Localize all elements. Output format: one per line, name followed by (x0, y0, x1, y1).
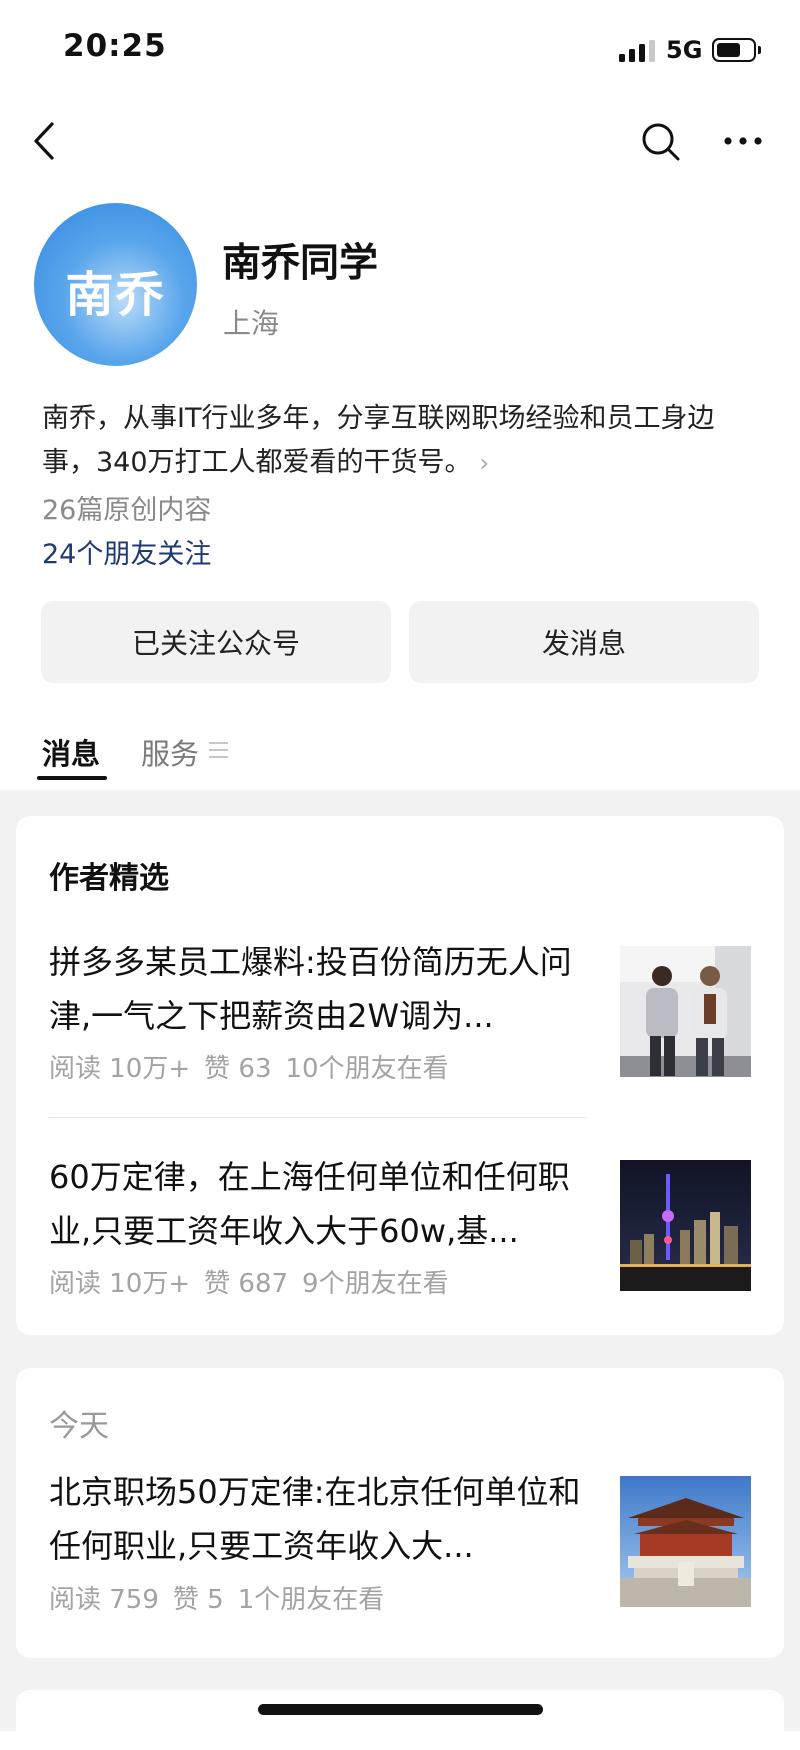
back-button[interactable] (28, 118, 64, 164)
intro-text: 南乔，从事IT行业多年，分享互联网职场经验和员工身边事，340万打工人都爱看的干… (42, 403, 715, 478)
friends-reading: 10个朋友在看 (285, 1054, 449, 1084)
friends-reading: 1个朋友在看 (237, 1585, 385, 1615)
tab-messages[interactable]: 消息 (42, 731, 100, 773)
status-time: 20:25 (63, 28, 167, 64)
article-thumbnail[interactable] (620, 1160, 751, 1291)
menu-lines-icon (209, 740, 228, 760)
article-title[interactable]: 北京职场50万定律:在北京任何单位和任何职业,只要工资年收入大... (49, 1465, 597, 1573)
like-count: 赞 5 (172, 1585, 224, 1615)
read-count: 阅读 10万+ (49, 1269, 191, 1299)
battery-icon (712, 38, 761, 62)
more-icon (724, 137, 762, 145)
featured-section-title: 作者精选 (49, 861, 169, 896)
avatar-text: 南乔 (65, 267, 166, 323)
divider (49, 1117, 587, 1118)
article-meta: 阅读 10万+ 赞 687 9个朋友在看 (49, 1263, 463, 1300)
date-label: 今天 (49, 1409, 109, 1444)
home-indicator[interactable] (258, 1704, 543, 1715)
tab-services[interactable]: 服务 (141, 731, 199, 773)
original-count: 26篇原创内容 (42, 495, 212, 526)
article-meta: 阅读 759 赞 5 1个朋友在看 (49, 1579, 398, 1616)
tab-indicator (37, 776, 107, 780)
account-intro[interactable]: 南乔，从事IT行业多年，分享互联网职场经验和员工身边事，340万打工人都爱看的干… (42, 397, 762, 485)
like-count: 赞 687 (204, 1269, 289, 1299)
article-thumbnail[interactable] (620, 1476, 751, 1607)
signal-icon (619, 40, 657, 62)
article-title[interactable]: 60万定律，在上海任何单位和任何职业,只要工资年收入大于60w,基... (49, 1150, 597, 1258)
article-thumbnail[interactable] (620, 946, 751, 1077)
more-button[interactable] (722, 130, 764, 152)
next-card (16, 1690, 784, 1750)
network-type: 5G (666, 36, 703, 64)
read-count: 阅读 759 (49, 1585, 159, 1615)
friends-reading: 9个朋友在看 (302, 1269, 449, 1299)
send-message-button[interactable]: 发消息 (409, 601, 759, 683)
article-meta: 阅读 10万+ 赞 63 10个朋友在看 (49, 1048, 463, 1085)
chevron-left-icon (34, 122, 54, 160)
two-men-photo-icon (620, 946, 751, 1077)
avatar[interactable]: 南乔 (34, 203, 197, 366)
shanghai-skyline-photo-icon (620, 1160, 751, 1291)
friends-follow-link[interactable]: 24个朋友关注 (42, 532, 211, 571)
read-count: 阅读 10万+ (49, 1054, 191, 1084)
forbidden-city-photo-icon (620, 1476, 751, 1607)
followed-button[interactable]: 已关注公众号 (41, 601, 391, 683)
article-title[interactable]: 拼多多某员工爆料:投百份简历无人问津,一气之下把薪资由2W调为... (49, 935, 597, 1043)
search-button[interactable] (640, 121, 682, 163)
like-count: 赞 63 (204, 1054, 272, 1084)
chevron-right-icon: › (479, 449, 490, 477)
account-name: 南乔同学 (222, 241, 379, 286)
account-location: 上海 (223, 307, 280, 340)
search-icon (642, 123, 680, 161)
